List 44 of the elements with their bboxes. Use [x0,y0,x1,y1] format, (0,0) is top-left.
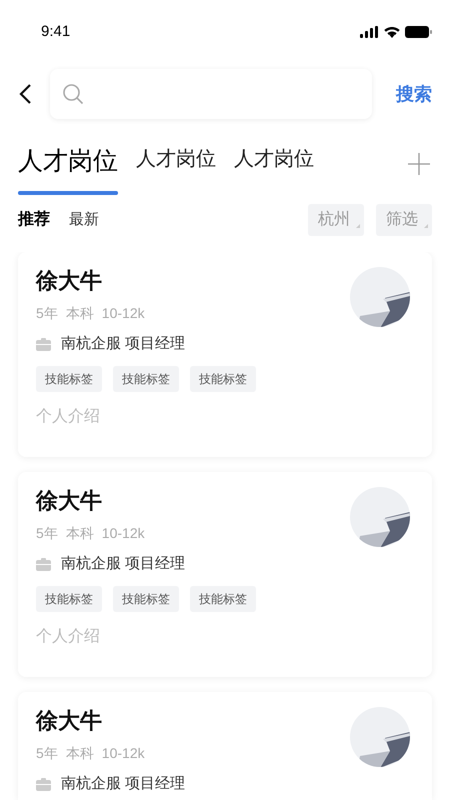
corner-icon [424,224,428,228]
sort-option[interactable]: 推荐 [18,208,50,232]
candidate-info: 本科 [66,304,94,323]
company-position: 南杭企服 项目经理 [61,334,186,354]
skill-tag: 技能标签 [190,586,256,612]
signal-icon [360,26,379,38]
candidate-info: 10-12k [102,744,145,763]
add-icon[interactable] [408,153,430,175]
candidate-card[interactable]: 徐大牛 5年 本科 10-12k 南杭企服 项目经理 技能标签 技能标签 技能标签 个人介绍 [18,252,432,457]
candidate-name: 徐大牛 [36,267,103,295]
candidate-info: 5年 [36,304,58,323]
candidate-card[interactable]: 徐大牛 5年 本科 10-12k 南杭企服 项目经理 技能标签 技能标签 技能标签 个人介绍 [18,472,432,677]
skill-tag: 技能标签 [36,586,102,612]
candidate-card[interactable]: 徐大牛 5年 本科 10-12k 南杭企服 项目经理 [18,692,432,800]
category-tab[interactable]: 人才岗位 [234,143,314,195]
sort-option[interactable]: 最新 [69,208,99,232]
candidate-info: 5年 [36,524,58,543]
skill-tag: 技能标签 [113,586,179,612]
candidate-name: 徐大牛 [36,707,103,735]
briefcase-icon [36,338,51,351]
corner-icon [356,224,360,228]
status-time: 9:41 [41,22,70,42]
candidate-info: 10-12k [102,304,145,323]
wifi-icon [384,26,400,38]
search-field[interactable] [50,69,372,119]
category-tab[interactable]: 人才岗位 [136,143,216,195]
personal-intro: 个人介绍 [36,626,101,646]
briefcase-icon [36,778,51,791]
candidate-info: 本科 [66,524,94,543]
candidate-info: 10-12k [102,524,145,543]
category-tab[interactable]: 人才岗位 [18,145,118,195]
skill-tag: 技能标签 [113,366,179,392]
skill-tag: 技能标签 [190,366,256,392]
personal-intro: 个人介绍 [36,406,101,426]
briefcase-icon [36,558,51,571]
search-icon [62,83,84,105]
candidate-info: 本科 [66,744,94,763]
candidate-info: 5年 [36,744,58,763]
company-position: 南杭企服 项目经理 [61,554,186,574]
candidate-name: 徐大牛 [36,487,103,515]
skill-tag: 技能标签 [36,366,102,392]
battery-icon [405,26,432,38]
company-position: 南杭企服 项目经理 [61,774,186,794]
search-button[interactable]: 搜索 [396,80,432,108]
